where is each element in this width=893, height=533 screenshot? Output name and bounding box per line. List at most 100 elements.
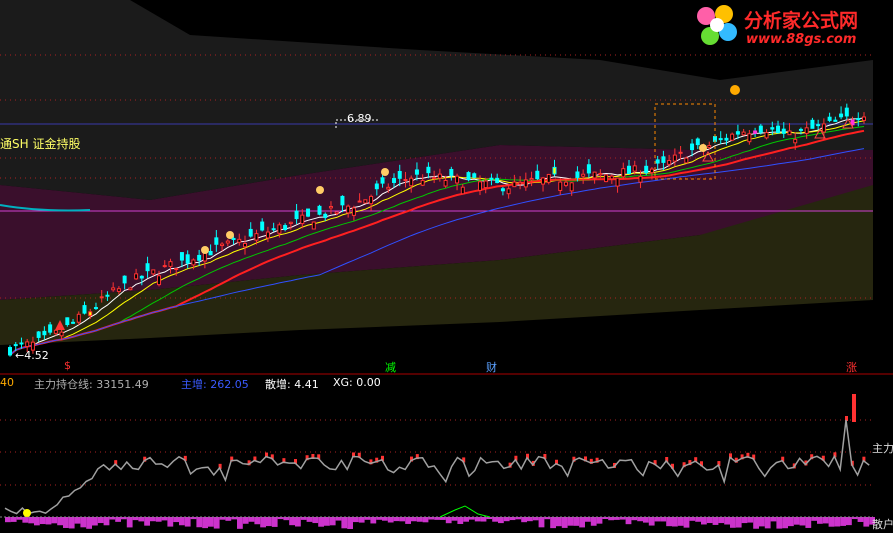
retail-bar-19 [115, 517, 121, 522]
retail-bar-131 [764, 517, 771, 529]
candle-body-30 [179, 252, 184, 261]
candle-body-130 [753, 130, 758, 134]
hand-pointer-icon-3 [381, 168, 389, 176]
green-retail-line [439, 505, 491, 518]
price-low-label: ←4.52 [15, 349, 49, 362]
candle-body-90 [523, 179, 528, 188]
retail-bar-36 [213, 517, 220, 529]
retail-bar-145 [846, 517, 852, 526]
candle-body-17 [105, 294, 110, 297]
candle-body-58 [340, 195, 345, 206]
retail-bar-71 [416, 517, 423, 522]
candle-body-46 [271, 228, 276, 231]
retail-bar-34 [202, 517, 208, 529]
retail-bar-14 [86, 517, 92, 529]
retail-bar-29 [173, 517, 179, 523]
candle-body-108 [627, 165, 632, 175]
retail-bar-81 [474, 517, 481, 522]
retail-bar-3 [22, 517, 29, 523]
candle-body-101 [586, 164, 591, 174]
sub-left-value: 40 [0, 376, 14, 389]
retail-bar-137 [799, 517, 806, 526]
candle-body-129 [747, 133, 752, 143]
retail-bar-94 [550, 517, 556, 529]
retail-bar-142 [828, 517, 835, 527]
candle-body-75 [437, 173, 442, 179]
candle-body-134 [776, 125, 781, 134]
signal-rise: 涨 [846, 361, 857, 374]
retail-bar-43 [254, 517, 261, 525]
candle-body-119 [690, 143, 695, 151]
candle-body-139 [804, 127, 809, 134]
candle-body-2 [19, 342, 24, 345]
candle-body-66 [386, 186, 391, 190]
candle-body-107 [621, 168, 626, 178]
retail-bar-23 [138, 517, 145, 522]
retail-bar-99 [579, 517, 585, 528]
retail-bar-12 [74, 517, 81, 524]
retail-bar-113 [660, 517, 667, 522]
holding-line [4, 419, 870, 515]
candle-body-71 [414, 169, 419, 175]
candle-body-125 [724, 137, 729, 141]
candle-body-124 [718, 138, 723, 141]
retail-bar-72 [422, 517, 429, 523]
retail-bar-147 [857, 517, 864, 522]
candle-body-95 [552, 166, 557, 175]
retail-bar-42 [248, 517, 255, 522]
retail-bar-109 [637, 517, 643, 522]
retail-bar-79 [463, 517, 469, 522]
candle-body-110 [638, 175, 643, 183]
retail-bar-140 [817, 517, 823, 524]
candle-body-61 [357, 200, 362, 203]
candle-body-148 [856, 117, 861, 121]
candle-body-140 [810, 119, 815, 129]
candle-body-55 [323, 213, 328, 218]
retail-bar-69 [405, 517, 411, 524]
retail-bar-35 [208, 517, 214, 527]
candle-body-97 [563, 181, 568, 186]
candle-body-69 [403, 179, 408, 182]
retail-bar-114 [666, 517, 672, 527]
retail-bar-78 [457, 517, 464, 524]
retail-bar-5 [34, 517, 40, 526]
retail-bar-129 [753, 517, 759, 529]
retail-bar-120 [701, 517, 707, 525]
candle-body-109 [632, 165, 637, 172]
candle-body-13 [82, 305, 87, 314]
holding-line-readout: 主力持仓线: 33151.49 [34, 378, 149, 391]
retail-bar-102 [596, 517, 603, 524]
retail-bar-61 [358, 517, 365, 523]
candle-body-118 [684, 157, 689, 164]
retail-bar-117 [683, 517, 690, 528]
retail-bar-144 [840, 517, 846, 526]
retail-bar-52 [306, 517, 313, 522]
retail-bar-25 [150, 517, 156, 522]
retail-bar-124 [724, 517, 730, 525]
candle-body-32 [191, 259, 196, 266]
candle-body-135 [781, 128, 786, 134]
candle-body-82 [477, 181, 482, 191]
retail-bar-96 [561, 517, 568, 528]
retail-bar-85 [498, 517, 504, 524]
candle-body-67 [392, 178, 397, 183]
retail-bar-59 [347, 517, 353, 529]
candle-body-18 [111, 287, 116, 291]
retail-bar-40 [237, 517, 243, 529]
retail-bar-116 [677, 517, 684, 526]
retail-bar-53 [312, 517, 319, 524]
retail-bar-24 [144, 517, 150, 526]
candle-body-56 [328, 205, 333, 209]
candle-body-77 [449, 168, 454, 176]
candle-body-64 [374, 183, 379, 190]
hand-pointer-icon-2 [201, 246, 209, 254]
retail-bar-68 [399, 517, 406, 522]
retail-bar-125 [730, 517, 736, 528]
retail-bar-111 [648, 517, 655, 526]
candle-body-81 [472, 173, 477, 178]
retail-bar-8 [51, 517, 58, 524]
candle-body-48 [283, 225, 288, 231]
hand-pointer-icon-0 [316, 186, 324, 194]
candle-body-43 [254, 233, 259, 241]
right-label-retail: 散户 [872, 518, 893, 531]
